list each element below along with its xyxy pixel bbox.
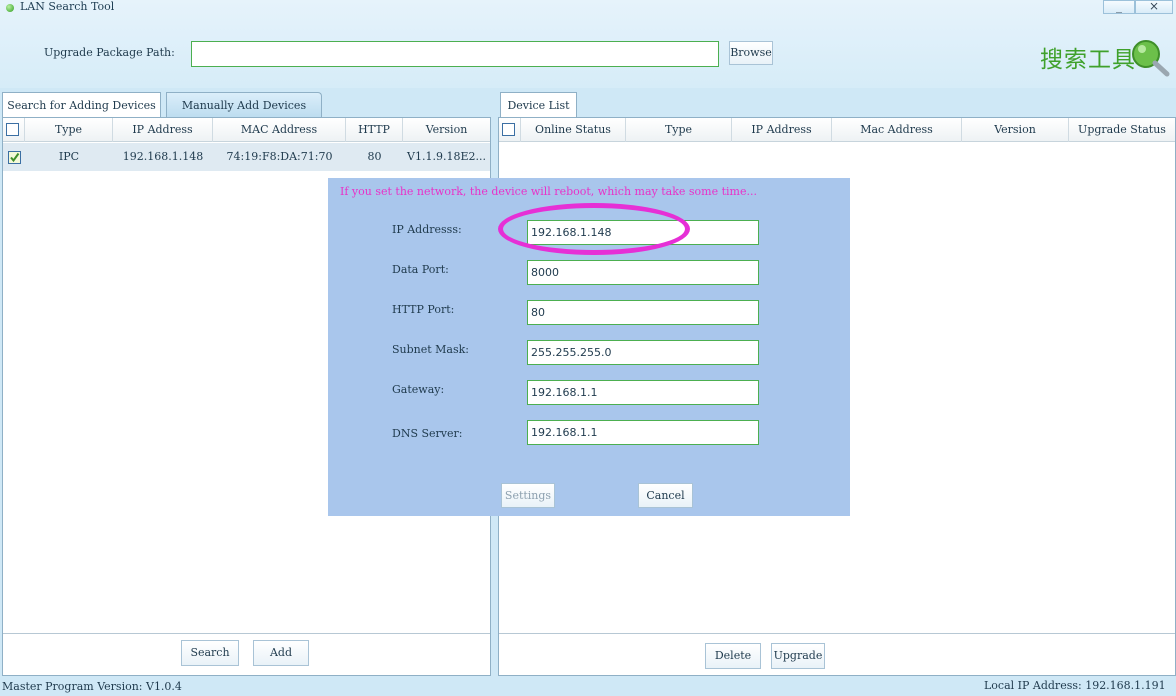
data-port-label: Data Port: [392, 263, 449, 276]
ip-address-label: IP Addresss: [392, 223, 462, 236]
row-version: V1.1.9.18E2... [407, 150, 486, 163]
column-header-version[interactable]: Version [403, 118, 490, 142]
column-header-version[interactable]: Version [962, 118, 1069, 142]
minimize-button[interactable]: _ [1103, 0, 1135, 14]
column-header-http-port[interactable]: HTTP Port [346, 118, 403, 160]
http-port-input[interactable] [527, 300, 759, 325]
column-header-ip[interactable]: IP Address [113, 118, 213, 142]
add-button[interactable]: Add [253, 640, 309, 666]
tab-device-list[interactable]: Device List [500, 92, 577, 119]
subnet-mask-label: Subnet Mask: [392, 343, 470, 356]
data-port-input[interactable] [527, 260, 759, 285]
column-header-upgrade-status[interactable]: Upgrade Status [1069, 118, 1175, 142]
column-header-type[interactable]: Type [626, 118, 732, 142]
row-type: IPC [58, 150, 80, 163]
select-all-checkbox[interactable] [502, 123, 515, 136]
header-select-cell [3, 118, 25, 142]
checkmark-icon [9, 152, 20, 163]
window-title: LAN Search Tool [20, 0, 115, 13]
dns-server-label: DNS Server: [392, 427, 463, 440]
app-status-icon [6, 4, 14, 12]
master-version-text: Master Program Version: V1.0.4 [2, 680, 182, 693]
subnet-mask-input[interactable] [527, 340, 759, 365]
local-ip-text: Local IP Address: 192.168.1.191 [984, 679, 1166, 692]
cancel-button[interactable]: Cancel [638, 483, 693, 508]
divider [3, 633, 490, 634]
settings-button[interactable]: Settings [501, 483, 555, 508]
ip-address-input[interactable] [527, 220, 759, 245]
delete-button[interactable]: Delete [705, 643, 761, 669]
row-http-port: 80 [367, 150, 382, 163]
http-port-label: HTTP Port: [392, 303, 455, 316]
reboot-warning-text: If you set the network, the device will … [340, 185, 757, 198]
upgrade-path-label: Upgrade Package Path: [44, 46, 175, 59]
divider [499, 633, 1175, 634]
browse-button[interactable]: Browse [729, 41, 773, 65]
upgrade-button[interactable]: Upgrade [771, 643, 825, 669]
gateway-label: Gateway: [392, 383, 445, 396]
dns-server-input[interactable] [527, 420, 759, 445]
header-select-cell [499, 118, 521, 142]
select-all-checkbox[interactable] [6, 123, 19, 136]
row-ip: 192.168.1.148 [122, 150, 204, 163]
network-settings-dialog: If you set the network, the device will … [328, 178, 850, 516]
row-checkbox[interactable] [8, 151, 21, 164]
table-row[interactable]: IPC 192.168.1.148 74:19:F8:DA:71:70 80 V… [3, 143, 490, 171]
search-table-header: Type IP Address MAC Address HTTP Port Ve… [3, 118, 490, 160]
device-list-header: Online Status Type IP Address Mac Addres… [499, 118, 1175, 142]
column-header-mac[interactable]: MAC Address [213, 118, 346, 142]
search-button[interactable]: Search [181, 640, 239, 666]
column-header-online-status[interactable]: Online Status [521, 118, 626, 142]
column-header-mac[interactable]: Mac Address [832, 118, 962, 142]
gateway-input[interactable] [527, 380, 759, 405]
column-header-ip[interactable]: IP Address [732, 118, 832, 142]
upgrade-path-input[interactable] [191, 41, 719, 67]
magnifier-globe-icon [1132, 40, 1170, 77]
logo-text: 搜索工具 [1040, 47, 1136, 73]
tab-manually-add-devices[interactable]: Manually Add Devices [166, 92, 322, 118]
row-mac: 74:19:F8:DA:71:70 [226, 150, 333, 163]
column-header-type[interactable]: Type [25, 118, 113, 142]
close-button[interactable]: × [1135, 0, 1173, 14]
tab-search-add-devices[interactable]: Search for Adding Devices [2, 92, 161, 119]
